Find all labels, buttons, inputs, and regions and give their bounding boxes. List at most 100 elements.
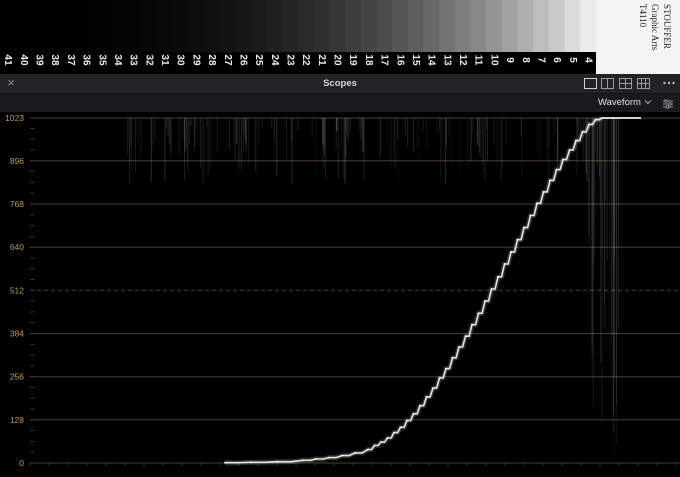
wedge-step-number: 33 [128,54,139,66]
wedge-step [580,0,597,52]
waveform-point [484,300,486,302]
quad-view-icon[interactable] [619,78,632,89]
wedge-step [78,0,95,52]
wedge-step [376,0,393,52]
waveform-point [542,191,545,193]
waveform-scope: 0 128 256 384 512 640 768 896 1023 [0,112,680,477]
waveform-point [328,456,330,459]
wedge-step-number: 34 [112,54,123,66]
wedge-step [423,0,440,52]
waveform-point [451,356,454,359]
wedge-step [548,0,566,52]
wedge-step [141,0,158,52]
wedge-step-number: 16 [394,54,405,66]
wedge-step-number: 22 [300,54,311,66]
scopes-header: × Scopes [0,74,680,94]
single-view-icon[interactable] [584,78,597,89]
wedge-step [62,0,80,52]
highlight-noise [127,118,622,456]
waveform-point [224,461,226,464]
waveform-point [516,238,519,241]
wedge-step-number: 4 [583,57,594,63]
wedge-step-number: 39 [34,54,45,66]
waveform-point [601,117,603,119]
wedge-step [172,0,189,52]
waveform-point [406,419,408,422]
wedge-step-number: 27 [222,54,233,66]
wedge-step [517,0,534,52]
scope-mode-dropdown[interactable]: Waveform [592,95,654,110]
wedge-step-number: 41 [2,54,13,66]
wedge-step-number: 5 [567,57,578,63]
wedge-step-number: 31 [159,54,170,66]
waveform-point [536,202,538,205]
wedge-step [94,0,111,52]
waveform-point [523,226,525,229]
waveform-point [425,396,428,398]
waveform-point [367,448,369,451]
waveform-point [490,288,493,290]
waveform-point [302,459,304,462]
wedge-step [564,0,581,52]
y-tick-label: 1023 [5,113,24,123]
scope-toolbar: Waveform [0,94,680,112]
wedge-step [439,0,456,52]
wedge-step [329,0,346,52]
waveform-point [549,179,551,182]
wedge-step-number: 37 [65,54,76,66]
wedge-step-number: 15 [410,54,421,66]
wedge-step-number: 11 [473,55,484,66]
step-wedge-strip: 41 40 39 38 37 36 35 34 33 32 31 30 29 28 27 26 25 24 23 22… [0,0,680,74]
wedge-step [156,0,174,52]
waveform-point [458,346,460,348]
waveform-point [432,387,434,389]
wedge-step [533,0,550,52]
wedge-step-number: 21 [316,54,327,66]
wedge-step-number: 19 [347,54,358,66]
waveform-point [562,158,564,161]
waveform-point [497,275,499,278]
wedge-step [31,0,48,52]
y-tick-label: 384 [10,329,24,339]
wedge-step-number: 20 [332,54,343,66]
wedge-step [298,0,315,52]
y-tick-label: 768 [10,199,24,209]
scope-settings-icon[interactable] [662,98,674,110]
waveform-point [399,426,402,429]
waveform-point [568,149,571,151]
wedge-step-number: 10 [488,54,499,66]
wedge-step [188,0,205,52]
waveform-point [276,460,278,463]
waveform-point [250,461,252,464]
wedge-step-number: 23 [285,54,296,66]
wedge-step [470,0,487,52]
wedge-step [486,0,503,52]
waveform-point [412,412,415,415]
grid-view-icon[interactable] [637,78,650,89]
waveform-glow [225,115,604,466]
dual-view-icon[interactable] [601,78,614,89]
waveform-point [354,452,356,454]
wedge-step [47,0,64,52]
y-tick-label: 0 [19,458,24,468]
wedge-step-number: 17 [379,54,390,66]
waveform-point [445,367,447,370]
y-tick-label: 640 [10,242,24,252]
wedge-step-number: 35 [96,54,107,66]
wedge-step [0,0,17,52]
waveform-point [464,335,467,338]
more-options-icon[interactable] [662,77,676,89]
waveform-point [588,123,590,126]
close-icon[interactable]: × [5,76,17,90]
chevron-down-icon [644,100,652,105]
wedge-step [407,0,425,52]
wedge-step [15,0,32,52]
wedge-step [266,0,283,52]
wedge-step [313,0,330,52]
waveform-point [315,458,317,460]
wedge-step-number: 40 [18,54,29,66]
wedge-step-number: 8 [520,57,531,63]
wedge-step-number: 28 [206,54,217,66]
wedge-step [125,0,142,52]
wedge-step-number: 30 [175,54,186,66]
